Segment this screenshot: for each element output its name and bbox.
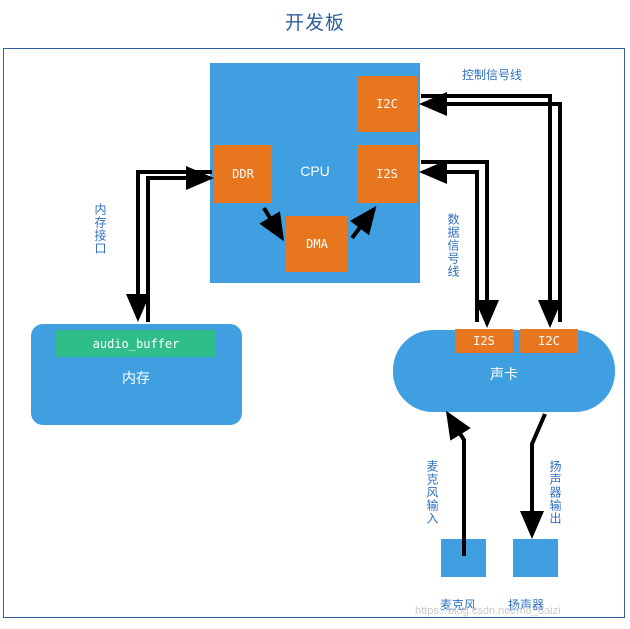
speaker-block	[513, 539, 558, 577]
control-line-label: 控制信号线	[462, 68, 523, 82]
dma-block: DMA	[286, 216, 348, 272]
memory-label: 内存	[122, 370, 150, 386]
soundcard-i2s-block: I2S	[455, 329, 513, 353]
cpu-i2c-block: I2C	[357, 76, 417, 132]
memory-interface-label: 内存接口	[93, 203, 107, 255]
watermark: https://blog.csdn.net/mo_daizi	[415, 605, 561, 617]
cpu-label: CPU	[300, 163, 330, 179]
data-line-label: 数据信号线	[446, 213, 460, 278]
ddr-block: DDR	[214, 145, 272, 203]
page-title: 开发板	[284, 13, 345, 34]
mic-input-label: 麦克风输入	[425, 460, 439, 525]
cpu-i2s-block: I2S	[357, 145, 417, 203]
speaker-output-label: 扬声器输出	[548, 460, 562, 525]
audio-buffer-block: audio_buffer	[56, 330, 216, 357]
soundcard-label: 声卡	[490, 366, 518, 382]
soundcard-i2c-block: I2C	[520, 329, 578, 353]
microphone-block	[441, 539, 486, 577]
